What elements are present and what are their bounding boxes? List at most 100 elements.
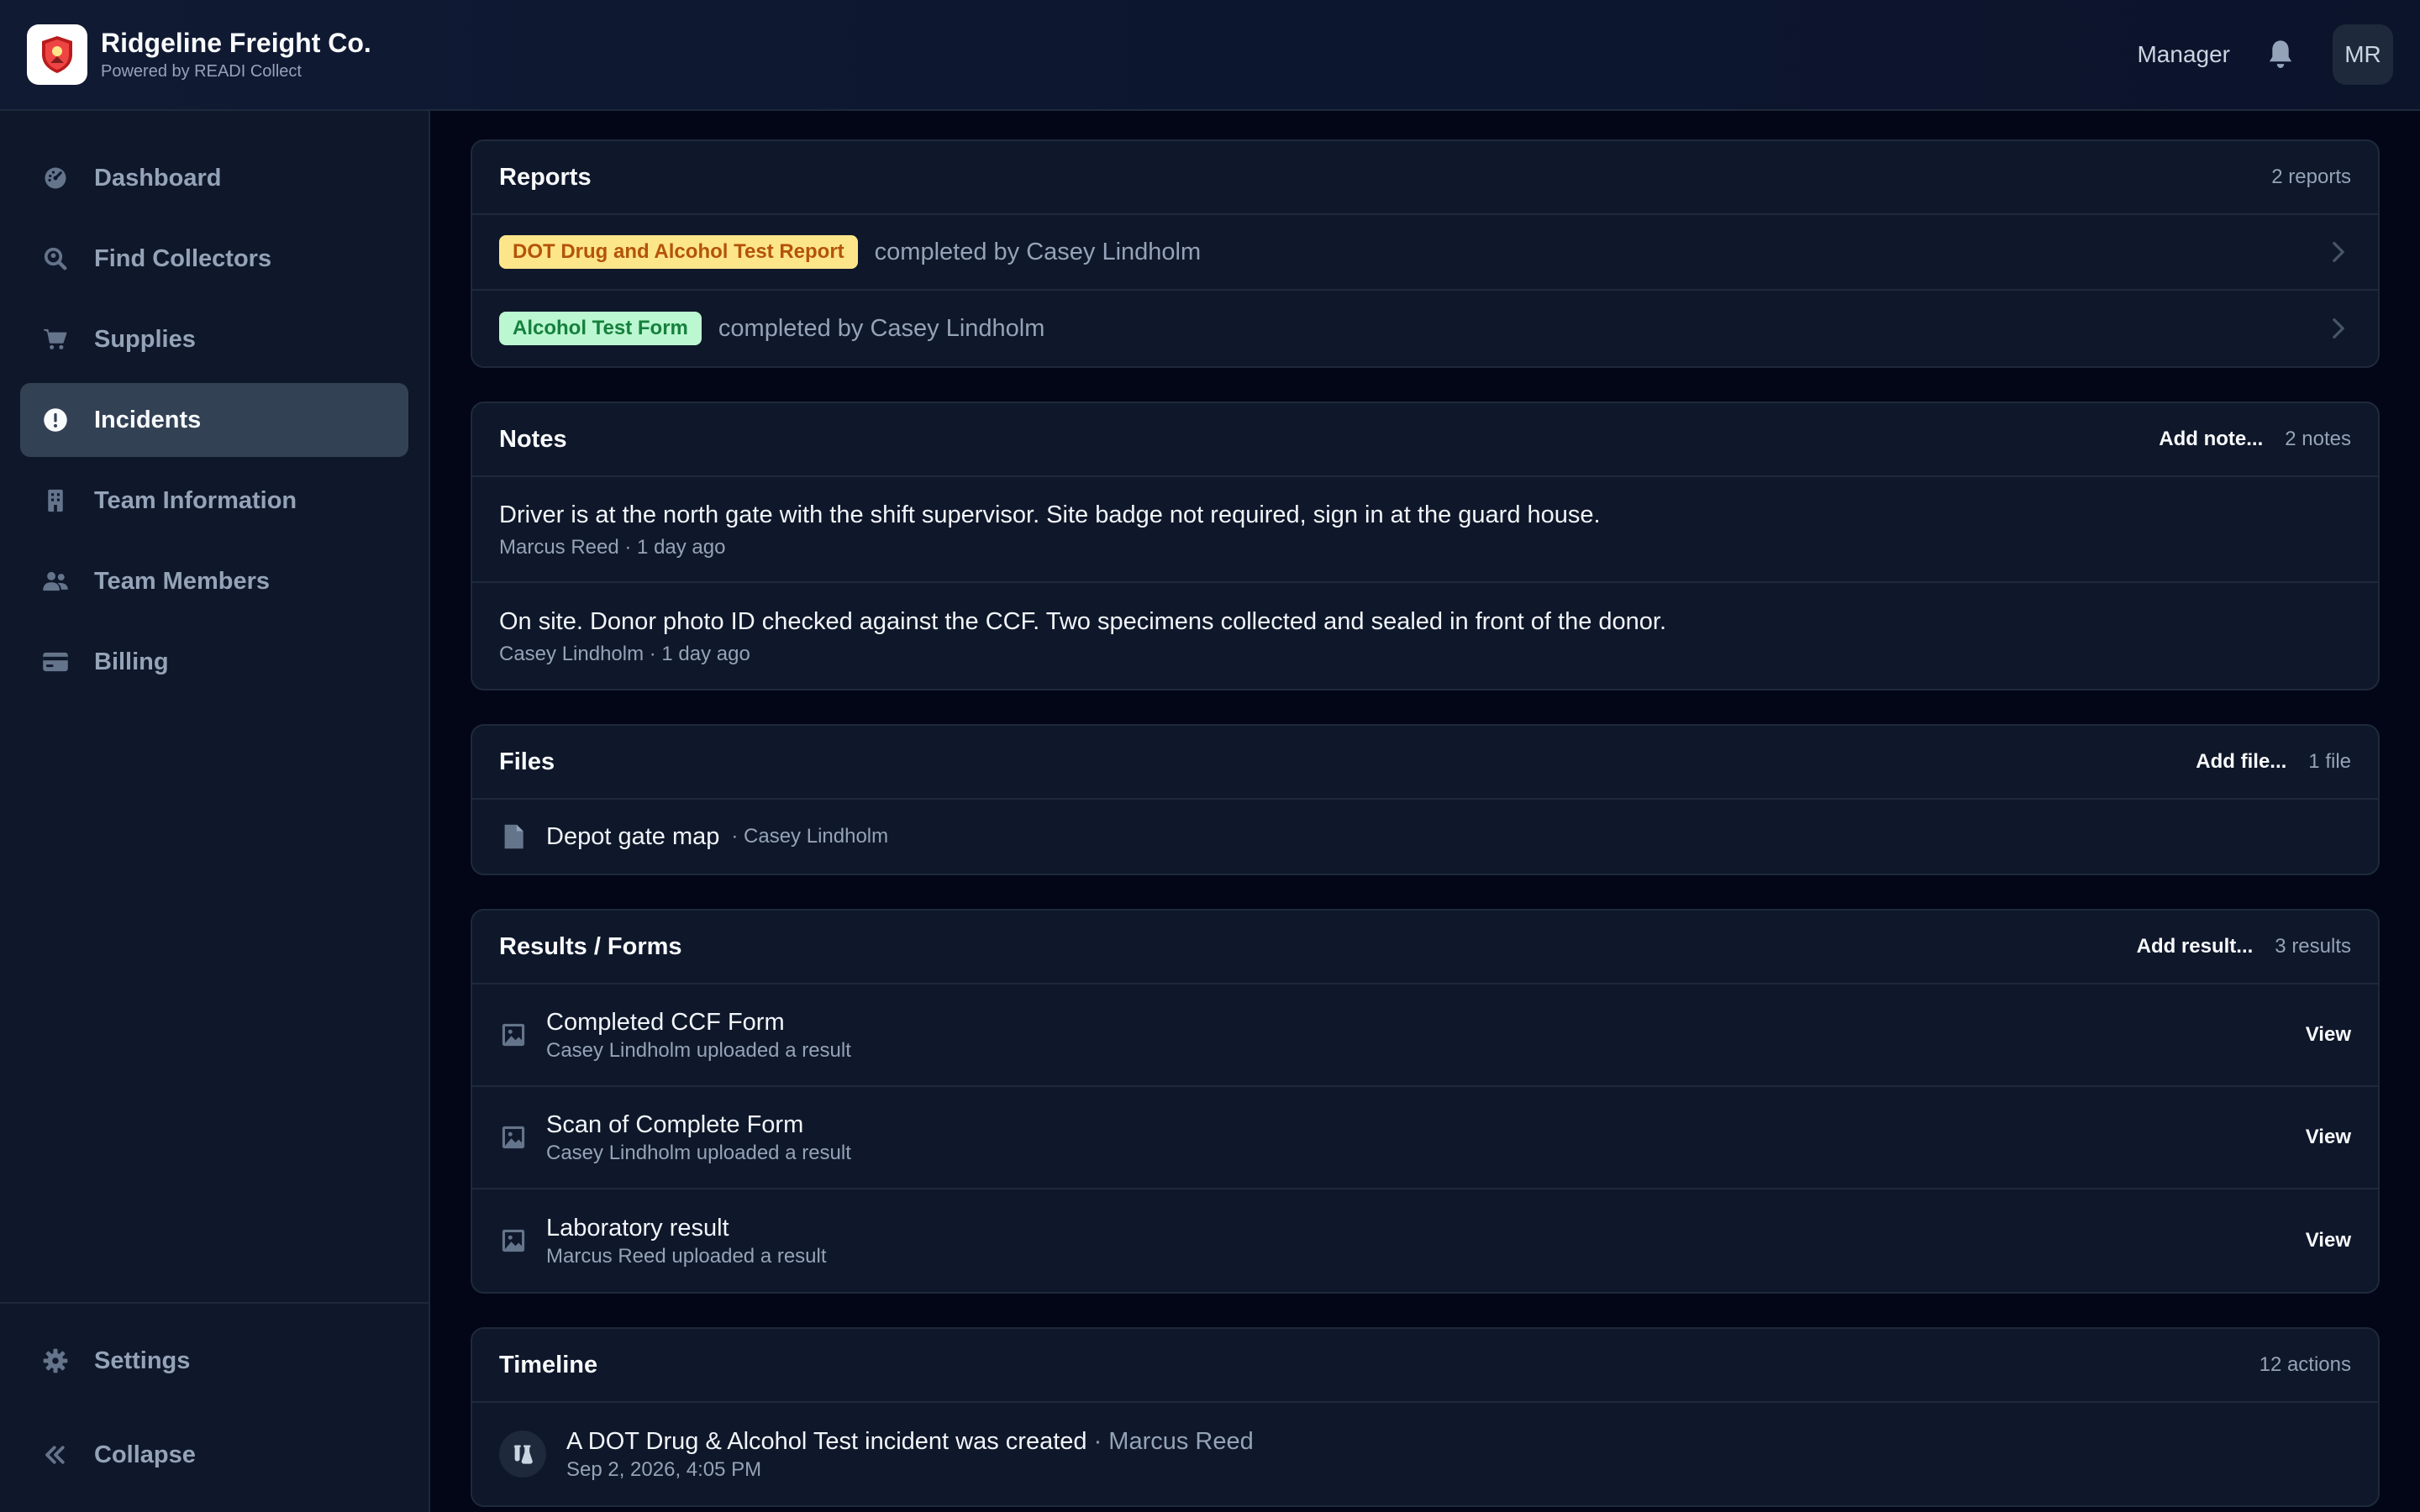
result-uploader: Casey Lindholm uploaded a result	[546, 1142, 851, 1164]
sidebar-item-label: Collapse	[94, 1441, 196, 1468]
note-meta: Marcus Reed · 1 day ago	[499, 536, 726, 559]
chevron-right-icon	[2326, 239, 2351, 265]
image-icon	[499, 1226, 528, 1255]
notes-header: Notes Add note... 2 notes	[472, 403, 2378, 477]
view-result-button[interactable]: View	[2306, 1229, 2351, 1252]
result-item: Completed CCF Form Casey Lindholm upload…	[472, 984, 2378, 1087]
company-name: Ridgeline Freight Co.	[101, 28, 371, 58]
file-uploader: · Casey Lindholm	[731, 825, 889, 848]
user-avatar[interactable]: MR	[2333, 24, 2393, 85]
notifications-button[interactable]	[2264, 38, 2297, 71]
image-icon	[499, 1123, 528, 1152]
files-card: Files Add file... 1 file Depot gate map …	[471, 724, 2380, 875]
sidebar-item-team-members[interactable]: Team Members	[20, 544, 408, 618]
sidebar-item-team-information[interactable]: Team Information	[20, 464, 408, 538]
report-row[interactable]: Alcohol Test Form completed by Casey Lin…	[472, 291, 2378, 366]
cart-icon	[42, 326, 69, 353]
report-completed-by: completed by Casey Lindholm	[718, 314, 1045, 342]
sidebar-item-incidents[interactable]: Incidents	[20, 383, 408, 457]
reports-header: Reports 2 reports	[472, 141, 2378, 215]
sidebar: Dashboard Find Collectors Supplies Incid…	[0, 111, 430, 1512]
sidebar-nav: Dashboard Find Collectors Supplies Incid…	[20, 141, 408, 706]
files-header: Files Add file... 1 file	[472, 726, 2378, 800]
sidebar-item-label: Billing	[94, 648, 169, 675]
file-icon	[499, 822, 528, 851]
timeline-event-date: Sep 2, 2026, 4:05 PM	[566, 1458, 762, 1481]
sidebar-collapse-button[interactable]: Collapse	[20, 1418, 408, 1492]
note-item: On site. Donor photo ID checked against …	[472, 583, 2378, 689]
report-type-badge: DOT Drug and Alcohol Test Report	[499, 235, 858, 269]
powered-by-text: Powered by READI Collect	[101, 62, 302, 81]
sidebar-item-label: Team Members	[94, 567, 270, 595]
bell-icon	[2269, 40, 2292, 68]
sidebar-item-supplies[interactable]: Supplies	[20, 302, 408, 376]
note-item: Driver is at the north gate with the shi…	[472, 477, 2378, 583]
file-item[interactable]: Depot gate map · Casey Lindholm	[472, 800, 2378, 874]
sidebar-item-billing[interactable]: Billing	[20, 625, 408, 699]
add-result-button[interactable]: Add result...	[2137, 935, 2254, 958]
sidebar-item-label: Team Information	[94, 486, 297, 514]
alert-circle-icon	[42, 407, 69, 433]
reports-card: Reports 2 reports DOT Drug and Alcohol T…	[471, 139, 2380, 368]
add-file-button[interactable]: Add file...	[2196, 750, 2286, 774]
reports-count: 2 reports	[2271, 165, 2351, 188]
timeline-header: Timeline 12 actions	[472, 1329, 2378, 1403]
incident-detail: Reports 2 reports DOT Drug and Alcohol T…	[471, 139, 2380, 1512]
top-bar: Ridgeline Freight Co. Powered by READI C…	[0, 0, 2420, 111]
result-item: Scan of Complete Form Casey Lindholm upl…	[472, 1087, 2378, 1189]
timeline-event-actor: · Marcus Reed	[1086, 1428, 1254, 1455]
report-completed-by: completed by Casey Lindholm	[874, 238, 1202, 265]
company-logo[interactable]	[27, 24, 87, 85]
timeline-card: Timeline 12 actions A DOT Drug & Alcohol…	[471, 1327, 2380, 1507]
sidebar-item-label: Dashboard	[94, 164, 222, 192]
sidebar-item-label: Supplies	[94, 325, 196, 353]
notes-card: Notes Add note... 2 notes Driver is at t…	[471, 402, 2380, 690]
notes-count: 2 notes	[2285, 428, 2351, 450]
sidebar-item-label: Incidents	[94, 406, 202, 433]
report-type-badge: Alcohol Test Form	[499, 312, 702, 345]
shield-logo-icon	[42, 36, 72, 73]
sidebar-footer: Settings Collapse	[0, 1302, 429, 1512]
search-location-icon	[42, 245, 69, 272]
sidebar-item-settings[interactable]: Settings	[20, 1324, 408, 1398]
view-result-button[interactable]: View	[2306, 1023, 2351, 1047]
users-icon	[42, 568, 69, 595]
view-result-button[interactable]: View	[2306, 1126, 2351, 1149]
result-title: Laboratory result	[546, 1215, 729, 1242]
sidebar-item-find-collectors[interactable]: Find Collectors	[20, 222, 408, 296]
building-icon	[42, 487, 69, 514]
add-note-button[interactable]: Add note...	[2159, 428, 2263, 451]
timeline-event-text: A DOT Drug & Alcohol Test incident was c…	[566, 1428, 1087, 1455]
results-title: Results / Forms	[499, 932, 682, 960]
sidebar-item-label: Find Collectors	[94, 244, 272, 272]
image-icon	[499, 1021, 528, 1049]
double-chevron-left-icon	[42, 1441, 69, 1468]
result-title: Completed CCF Form	[546, 1009, 785, 1036]
result-item: Laboratory result Marcus Reed uploaded a…	[472, 1189, 2378, 1292]
chevron-right-icon	[2326, 316, 2351, 341]
note-text: On site. Donor photo ID checked against …	[499, 608, 1667, 635]
flask-icon	[499, 1431, 546, 1478]
result-title: Scan of Complete Form	[546, 1111, 804, 1138]
sidebar-item-dashboard[interactable]: Dashboard	[20, 141, 408, 215]
gear-icon	[42, 1347, 69, 1374]
notes-title: Notes	[499, 425, 567, 453]
results-count: 3 results	[2275, 935, 2351, 958]
result-uploader: Casey Lindholm uploaded a result	[546, 1039, 851, 1062]
role-switcher[interactable]: Manager	[2137, 41, 2230, 68]
file-name[interactable]: Depot gate map	[546, 823, 719, 851]
credit-card-icon	[42, 648, 69, 675]
results-card: Results / Forms Add result... 3 results …	[471, 909, 2380, 1294]
timeline-count: 12 actions	[2259, 1353, 2351, 1376]
reports-title: Reports	[499, 163, 592, 191]
files-title: Files	[499, 748, 555, 775]
note-text: Driver is at the north gate with the shi…	[499, 501, 1601, 528]
note-meta: Casey Lindholm · 1 day ago	[499, 643, 750, 665]
results-header: Results / Forms Add result... 3 results	[472, 911, 2378, 984]
header-actions: Manager MR	[2137, 24, 2393, 85]
timeline-item: A DOT Drug & Alcohol Test incident was c…	[472, 1403, 2378, 1505]
result-uploader: Marcus Reed uploaded a result	[546, 1245, 827, 1268]
report-row[interactable]: DOT Drug and Alcohol Test Report complet…	[472, 215, 2378, 291]
files-count: 1 file	[2308, 750, 2351, 773]
sidebar-item-label: Settings	[94, 1347, 191, 1374]
